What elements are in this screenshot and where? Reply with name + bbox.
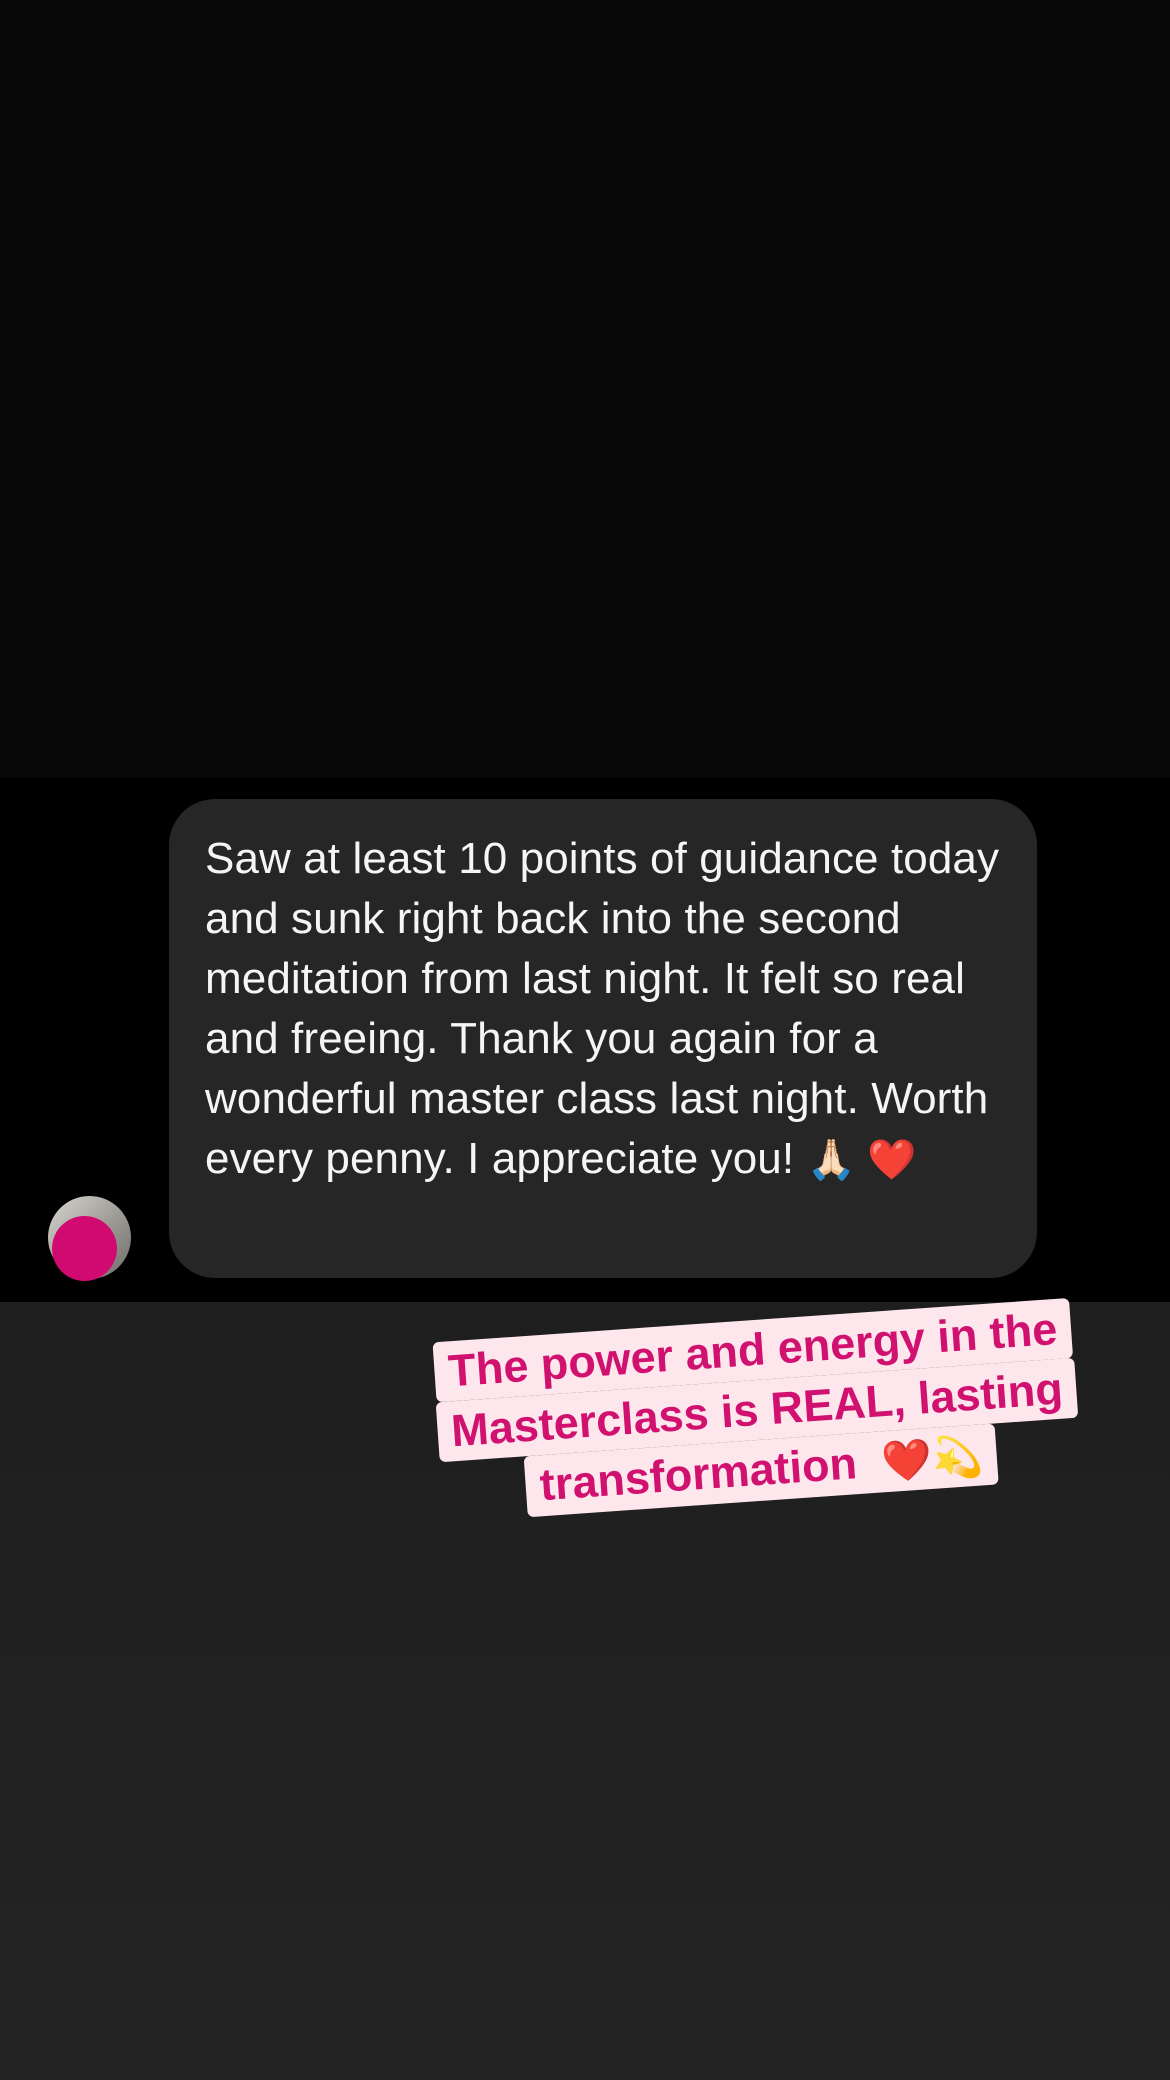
message-text: Saw at least 10 points of guidance today…: [205, 834, 1000, 1183]
message-emoji: 🙏🏻 ❤️: [806, 1138, 917, 1182]
story-background-top: [0, 0, 1170, 778]
caption-emoji: ❤️💫: [880, 1432, 984, 1486]
avatar-cover-sticker: [52, 1216, 117, 1281]
message-bubble[interactable]: Saw at least 10 points of guidance today…: [169, 799, 1037, 1278]
